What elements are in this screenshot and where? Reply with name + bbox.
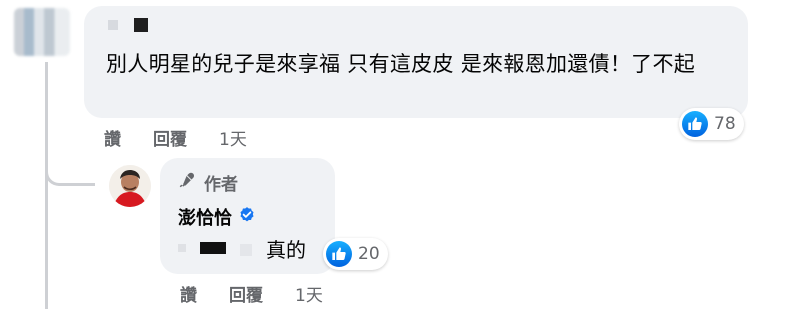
thread-connector [45,150,95,186]
microphone-icon [178,171,196,194]
top-comment-text: 別人明星的兒子是來享福 只有這皮皮 是來報恩加還債！了不起 [106,52,696,76]
reply-bubble: 作者 澎恰恰 真的 [160,158,335,274]
thumbs-up-icon [682,111,708,137]
reply-timestamp[interactable]: 1天 [295,281,323,306]
author-badge: 作者 [178,170,238,195]
reply-reactions[interactable]: 20 [323,238,388,270]
top-comment-bubble: 別人明星的兒子是來享福 只有這皮皮 是來報恩加還債！了不起 [84,6,748,118]
reply-reply-button[interactable]: 回覆 [229,281,263,306]
thread-line [45,62,48,309]
author-avatar[interactable] [109,165,151,207]
reply-author-name[interactable]: 澎恰恰 [178,204,256,230]
top-comment-actions: 讚 回覆 1天 [104,125,247,150]
reply-button[interactable]: 回覆 [153,125,187,150]
reply-like-button[interactable]: 讚 [180,281,197,306]
verified-check-icon [238,206,256,229]
author-badge-label: 作者 [204,175,238,195]
reply-reaction-count: 20 [358,244,380,264]
mention-redacted[interactable] [178,238,262,258]
thumbs-up-icon [326,241,352,267]
commenter-avatar[interactable] [14,8,70,56]
timestamp[interactable]: 1天 [219,125,247,150]
top-comment-reactions[interactable]: 78 [679,108,744,140]
like-button[interactable]: 讚 [104,125,121,150]
reply-author-name-label: 澎恰恰 [178,208,232,229]
reply-content: 真的 [178,234,306,262]
reply-text: 真的 [266,237,306,262]
reply-actions: 讚 回覆 1天 [180,281,323,306]
top-comment-reaction-count: 78 [714,114,736,134]
commenter-name-redacted[interactable] [102,16,172,36]
